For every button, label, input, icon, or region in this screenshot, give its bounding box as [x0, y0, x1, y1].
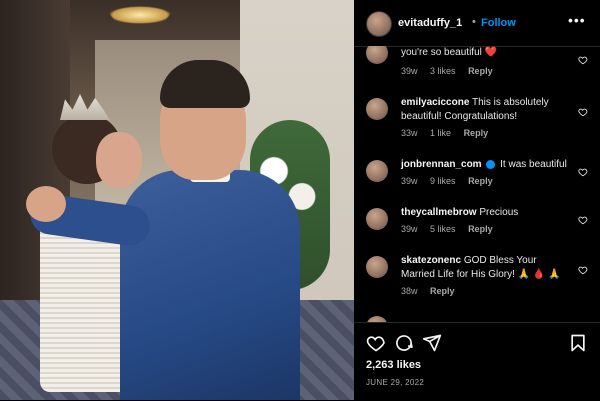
red-heart-emoji: ❤️	[484, 47, 498, 58]
heart-icon[interactable]	[578, 104, 588, 117]
commenter-avatar[interactable]	[366, 160, 388, 182]
author-username[interactable]: evitaduffy_1	[398, 17, 462, 29]
heart-icon[interactable]	[578, 164, 588, 177]
comment-likes[interactable]: 9 likes	[430, 176, 456, 186]
comment-meta: 39w 9 likes Reply	[401, 176, 503, 186]
instagram-post-window: evitaduffy_1 • Follow ••• you're so beau…	[0, 0, 600, 400]
comment-body: theycallmebrow Precious	[401, 206, 573, 220]
heart-icon[interactable]	[578, 262, 588, 275]
comment-body: you're so beautiful ❤️	[401, 46, 573, 60]
comment-age: 38w	[401, 286, 418, 296]
comment-body: emilyaciccone This is absolutely beautif…	[401, 96, 573, 124]
comment-meta: 39w 3 likes Reply	[401, 66, 503, 76]
commenter-username[interactable]: theycallmebrow	[401, 207, 477, 218]
heart-icon[interactable]	[578, 212, 588, 225]
post-actions: 2,263 likes JUNE 29, 2022	[354, 322, 600, 401]
comment-text: It was beautiful	[500, 159, 567, 170]
reply-button[interactable]: Reply	[464, 128, 489, 138]
comment-icon[interactable]	[394, 333, 414, 353]
photo-chandelier	[108, 6, 172, 24]
post-header: evitaduffy_1 • Follow •••	[354, 0, 600, 47]
photo-hands	[26, 186, 66, 222]
comment-meta: 38w Reply	[401, 286, 465, 296]
commenter-avatar[interactable]	[366, 98, 388, 120]
heart-icon[interactable]	[578, 52, 588, 65]
reply-button[interactable]: Reply	[468, 224, 493, 234]
commenter-avatar[interactable]	[366, 46, 388, 64]
commenter-avatar[interactable]	[366, 256, 388, 278]
commenter-username[interactable]: skatezonenc	[401, 255, 461, 266]
comment-meta: 39w 5 likes Reply	[401, 224, 503, 234]
bride-tiara	[60, 94, 110, 120]
groom-suit	[120, 170, 300, 400]
comment-body: jonbrennan_com It was beautiful	[401, 158, 573, 172]
commenter-username[interactable]: jonbrennan_com	[401, 159, 482, 170]
reply-button[interactable]: Reply	[468, 176, 493, 186]
more-icon[interactable]: •••	[568, 12, 586, 28]
post-side-panel: evitaduffy_1 • Follow ••• you're so beau…	[354, 0, 600, 400]
comment-age: 33w	[401, 128, 418, 138]
comment-age: 39w	[401, 66, 418, 76]
comment-emoji: 🙏 🩸 🙏	[517, 269, 561, 280]
comment-text: you're so beautiful	[401, 47, 482, 58]
follow-button[interactable]: Follow	[481, 17, 516, 29]
post-photo[interactable]	[0, 0, 354, 400]
bookmark-icon[interactable]	[568, 333, 588, 353]
comment-text: Precious	[479, 207, 519, 218]
like-heart-icon[interactable]	[366, 333, 386, 353]
reply-button[interactable]: Reply	[468, 66, 493, 76]
comment-likes[interactable]: 1 like	[430, 128, 451, 138]
comments-list[interactable]: you're so beautiful ❤️ 39w 3 likes Reply…	[354, 46, 600, 322]
comment-meta: 33w 1 like Reply	[401, 128, 498, 138]
comment-likes[interactable]: 3 likes	[430, 66, 456, 76]
comment-body: skatezonenc GOD Bless Your Married Life …	[401, 254, 573, 282]
verified-icon	[486, 159, 496, 169]
author-avatar[interactable]	[366, 11, 392, 37]
comment-age: 39w	[401, 224, 418, 234]
commenter-avatar[interactable]	[366, 208, 388, 230]
like-count[interactable]: 2,263 likes	[366, 359, 421, 371]
comment-age: 39w	[401, 176, 418, 186]
comment-likes[interactable]: 5 likes	[430, 224, 456, 234]
share-icon[interactable]	[422, 333, 442, 353]
reply-button[interactable]: Reply	[430, 286, 455, 296]
commenter-username[interactable]: emilyaciccone	[401, 97, 469, 108]
groom-hair	[160, 60, 250, 108]
header-separator: •	[472, 16, 476, 28]
post-date: JUNE 29, 2022	[366, 378, 425, 387]
